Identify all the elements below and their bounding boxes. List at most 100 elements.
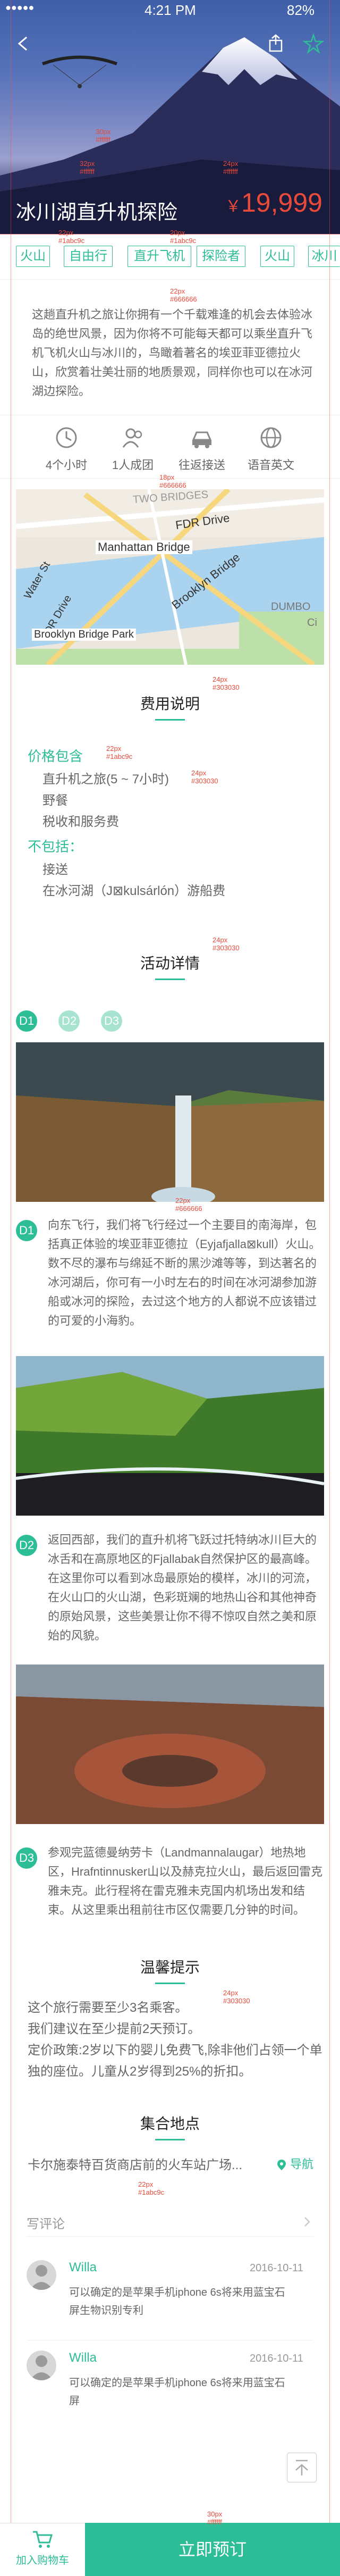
tour-description: 这趟直升机之旅让你拥有一个千载难逢的机会去体验冰岛的绝世风景，因为你将不可能每天… (32, 308, 313, 398)
meeting-section-title: 集合地点 (0, 2112, 340, 2140)
day-badge: D1 (16, 1220, 37, 1241)
day2-photo (16, 1356, 324, 1516)
fee-excluded-item: 在冰河湖（J⊠kulsárlón）游船费 (42, 884, 226, 898)
spec-annotation: 24px #ffffff (223, 160, 239, 175)
spec-annotation: 24px #303030 (223, 1989, 250, 2005)
day-tab-d3[interactable]: D3 (101, 1010, 122, 1032)
volcano-image (16, 1665, 324, 1824)
tag-chip[interactable]: 火山 (16, 246, 50, 267)
spec-annotation: 24px #303030 (212, 936, 240, 952)
day-text: 返回西部，我们的直升机将飞跃过托特纳冰川巨大的冰舌和在高原地区的Fjallaba… (48, 1533, 317, 1642)
share-icon (269, 34, 283, 52)
day-text: 参观完蓝德曼纳劳卡（Landmannalaugar）地热地区，Hrafntinn… (48, 1846, 323, 1917)
review-author: Willa (69, 2351, 97, 2365)
spec-annotation: 30px #ffffff (207, 2510, 223, 2526)
spec-annotation: 30px #ffffff (96, 128, 111, 144)
fee-included-item: 野餐 (42, 793, 68, 808)
coast-image (16, 1356, 324, 1516)
waterfall-image (16, 1042, 324, 1202)
price: ￥19,999 (225, 187, 322, 218)
add-to-cart-label: 加入购物车 (16, 2555, 69, 2566)
map-view[interactable]: TWO BRIDGES FDR Drive Manhattan Bridge B… (16, 489, 324, 665)
price-symbol: ￥ (225, 198, 241, 215)
map-label: Ci (307, 617, 317, 629)
map-label: DUMBO (271, 601, 311, 613)
status-time: 4:21 PM (144, 2, 196, 18)
day-text: 向东飞行，我们将飞行经过一个主要目的南海岸，包括真正体验的埃亚菲亚德拉（Eyja… (48, 1218, 321, 1327)
spec-annotation: 22px #666666 (175, 1197, 202, 1212)
day-tab-d2[interactable]: D2 (58, 1010, 80, 1032)
price-value: 19,999 (241, 188, 322, 218)
navigate-label: 导航 (290, 2157, 314, 2171)
add-to-cart-button[interactable]: 加入购物车 (0, 2523, 85, 2576)
tag-chip[interactable]: 火山 (260, 246, 294, 267)
write-review-label: 写评论 (27, 2217, 65, 2231)
clock-icon (56, 427, 77, 448)
cart-icon (33, 2531, 53, 2548)
write-review-row[interactable]: 写评论 (27, 2207, 313, 2237)
chevron-right-icon (304, 2217, 310, 2227)
review-text: 可以确定的是苹果手机iphone 6s将来用蓝宝石屏 (69, 2377, 285, 2407)
favorite-button[interactable] (302, 33, 325, 54)
group-icon (122, 428, 142, 448)
redline-guide (329, 0, 330, 2523)
tip-line: 定价政策:2岁以下的婴儿免费飞,除非他们占领一个单独的座位。儿童从2岁得到25%… (28, 2043, 322, 2079)
feature-label: 往返接送 (178, 458, 225, 472)
page-title: 冰川湖直升机探险 (16, 202, 178, 224)
tips-section-title: 温馨提示 (0, 1956, 340, 1984)
tag-chip[interactable]: 自由行 (64, 246, 113, 267)
fee-included-label: 价格包含 (28, 748, 83, 764)
globe-icon (260, 427, 282, 448)
scroll-top-button[interactable] (287, 2453, 317, 2482)
fee-included-item: 税收和服务费 (42, 815, 119, 829)
user-icon (30, 2355, 53, 2380)
day-badge: D3 (16, 1847, 37, 1869)
tag-chip[interactable]: 探险者 (197, 246, 245, 267)
feature-group: 1人成团 (104, 426, 162, 473)
day-tab-d1[interactable]: D1 (16, 1010, 37, 1032)
feature-label: 语音英文 (247, 458, 294, 472)
fee-section-title: 费用说明 (0, 692, 340, 721)
spec-annotation: 18px #666666 (159, 473, 186, 489)
battery-level: 82% (287, 2, 315, 18)
share-button[interactable] (266, 33, 287, 54)
spec-annotation: 22px #1abc9c (106, 745, 133, 760)
tag-chip[interactable]: 直升飞机 (128, 246, 191, 267)
feature-duration: 4个小时 (37, 426, 96, 473)
review-date: 2016-10-11 (250, 2262, 303, 2274)
spec-annotation: 20px #1abc9c (170, 229, 197, 245)
avatar (27, 2351, 56, 2380)
activity-section-title: 活动详情 (0, 952, 340, 980)
feature-label: 4个小时 (45, 458, 88, 472)
spec-annotation: 22px #1abc9c (58, 229, 85, 245)
features-bar: 4个小时 1人成团 往返接送 语音英文 (0, 415, 340, 479)
spec-annotation: 24px #303030 (191, 769, 218, 785)
spec-annotation: 22px #1abc9c (138, 2180, 165, 2196)
status-bar: ●●●●● 4:21 PM 82% (0, 0, 340, 21)
bottom-action-bar: 加入购物车 立即预订 (0, 2523, 340, 2576)
map-label: Brooklyn Bridge Park (32, 629, 136, 641)
feature-language: 语音英文 (242, 426, 300, 473)
fee-excluded-label: 不包括： (28, 839, 83, 855)
review-date: 2016-10-11 (250, 2353, 303, 2364)
day1-photo (16, 1042, 324, 1202)
star-icon (302, 33, 325, 54)
avatar (27, 2260, 56, 2290)
tip-line: 这个旅行需要至少3名乘客。 (28, 2001, 188, 2015)
navigate-button[interactable]: 导航 (276, 2155, 313, 2172)
spec-annotation: 22px #666666 (170, 287, 197, 303)
day-badge: D2 (16, 1535, 37, 1556)
book-now-button[interactable]: 立即预订 (85, 2523, 340, 2576)
fee-included-item: 直升机之旅(5 ~ 7小时) (42, 772, 169, 787)
tip-line: 我们建议在至少提前2天预订。 (28, 2022, 201, 2036)
back-button[interactable] (13, 33, 34, 54)
car-icon (192, 431, 212, 448)
fee-excluded-item: 接送 (42, 863, 68, 877)
chevron-left-icon (18, 36, 27, 51)
tag-chip[interactable]: 冰川 (308, 246, 340, 267)
meeting-address: 卡尔施泰特百货商店前的火车站广场... (28, 2158, 243, 2172)
spec-annotation: 32px #ffffff (80, 160, 95, 175)
signal-indicator: ●●●●● (5, 2, 35, 13)
review-author: Willa (69, 2260, 97, 2274)
location-pin-icon (277, 2160, 286, 2171)
